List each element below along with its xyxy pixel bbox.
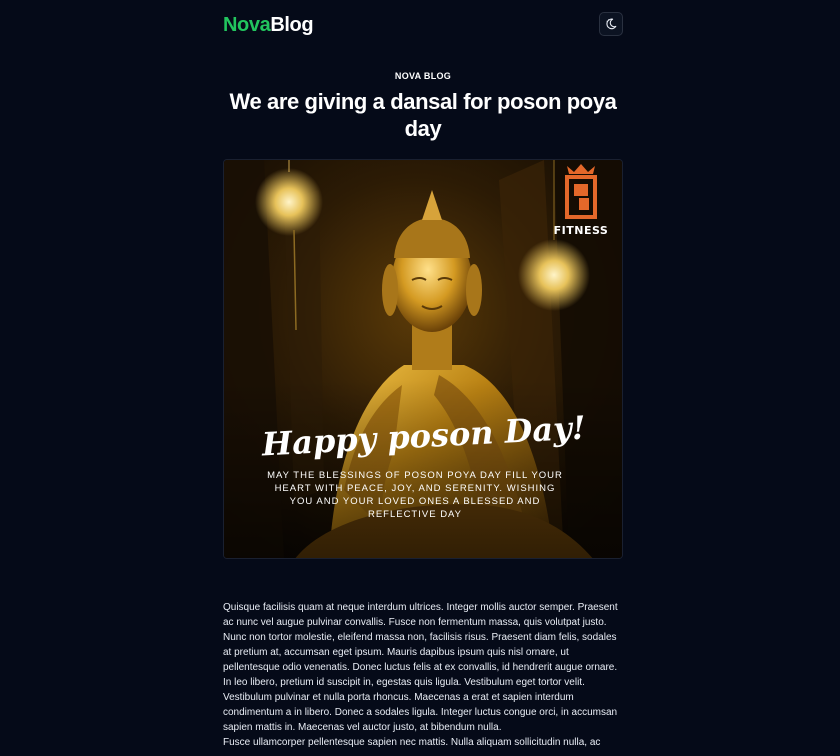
brand-logo-link[interactable]: NovaBlog — [223, 12, 314, 38]
article-title: We are giving a dansal for poson poya da… — [229, 89, 617, 141]
poson-day-poster: FITNESS Happy poson Day! MAY THE BLESSIN… — [224, 160, 622, 558]
moon-icon — [606, 18, 617, 30]
article-body: Quisque facilisis quam at neque interdum… — [223, 600, 623, 750]
logo-text: FITNESS — [554, 224, 609, 237]
article-paragraph: Quisque facilisis quam at neque interdum… — [223, 602, 618, 733]
site-header: NovaBlog — [223, 10, 623, 40]
article-category: NOVA BLOG — [394, 71, 452, 81]
article-hero-image: FITNESS Happy poson Day! MAY THE BLESSIN… — [223, 159, 623, 559]
theme-toggle-button[interactable] — [599, 12, 623, 36]
blessing-line: HEART WITH PEACE, JOY, AND SERENITY. WIS… — [275, 483, 556, 494]
brand-name-secondary: Blog — [270, 14, 314, 36]
article-paragraph: Fusce ullamcorper pellentesque sapien ne… — [223, 737, 601, 748]
blessing-line: REFLECTIVE DAY — [368, 509, 462, 520]
brand-name-primary: Nova — [223, 14, 271, 36]
blog-post-page: NovaBlog NOVA BLOG We are giving a dansa… — [0, 0, 840, 756]
blessing-line: MAY THE BLESSINGS OF POSON POYA DAY FILL… — [267, 470, 563, 481]
blessing-line: YOU AND YOUR LOVED ONES A BLESSED AND — [290, 496, 541, 507]
